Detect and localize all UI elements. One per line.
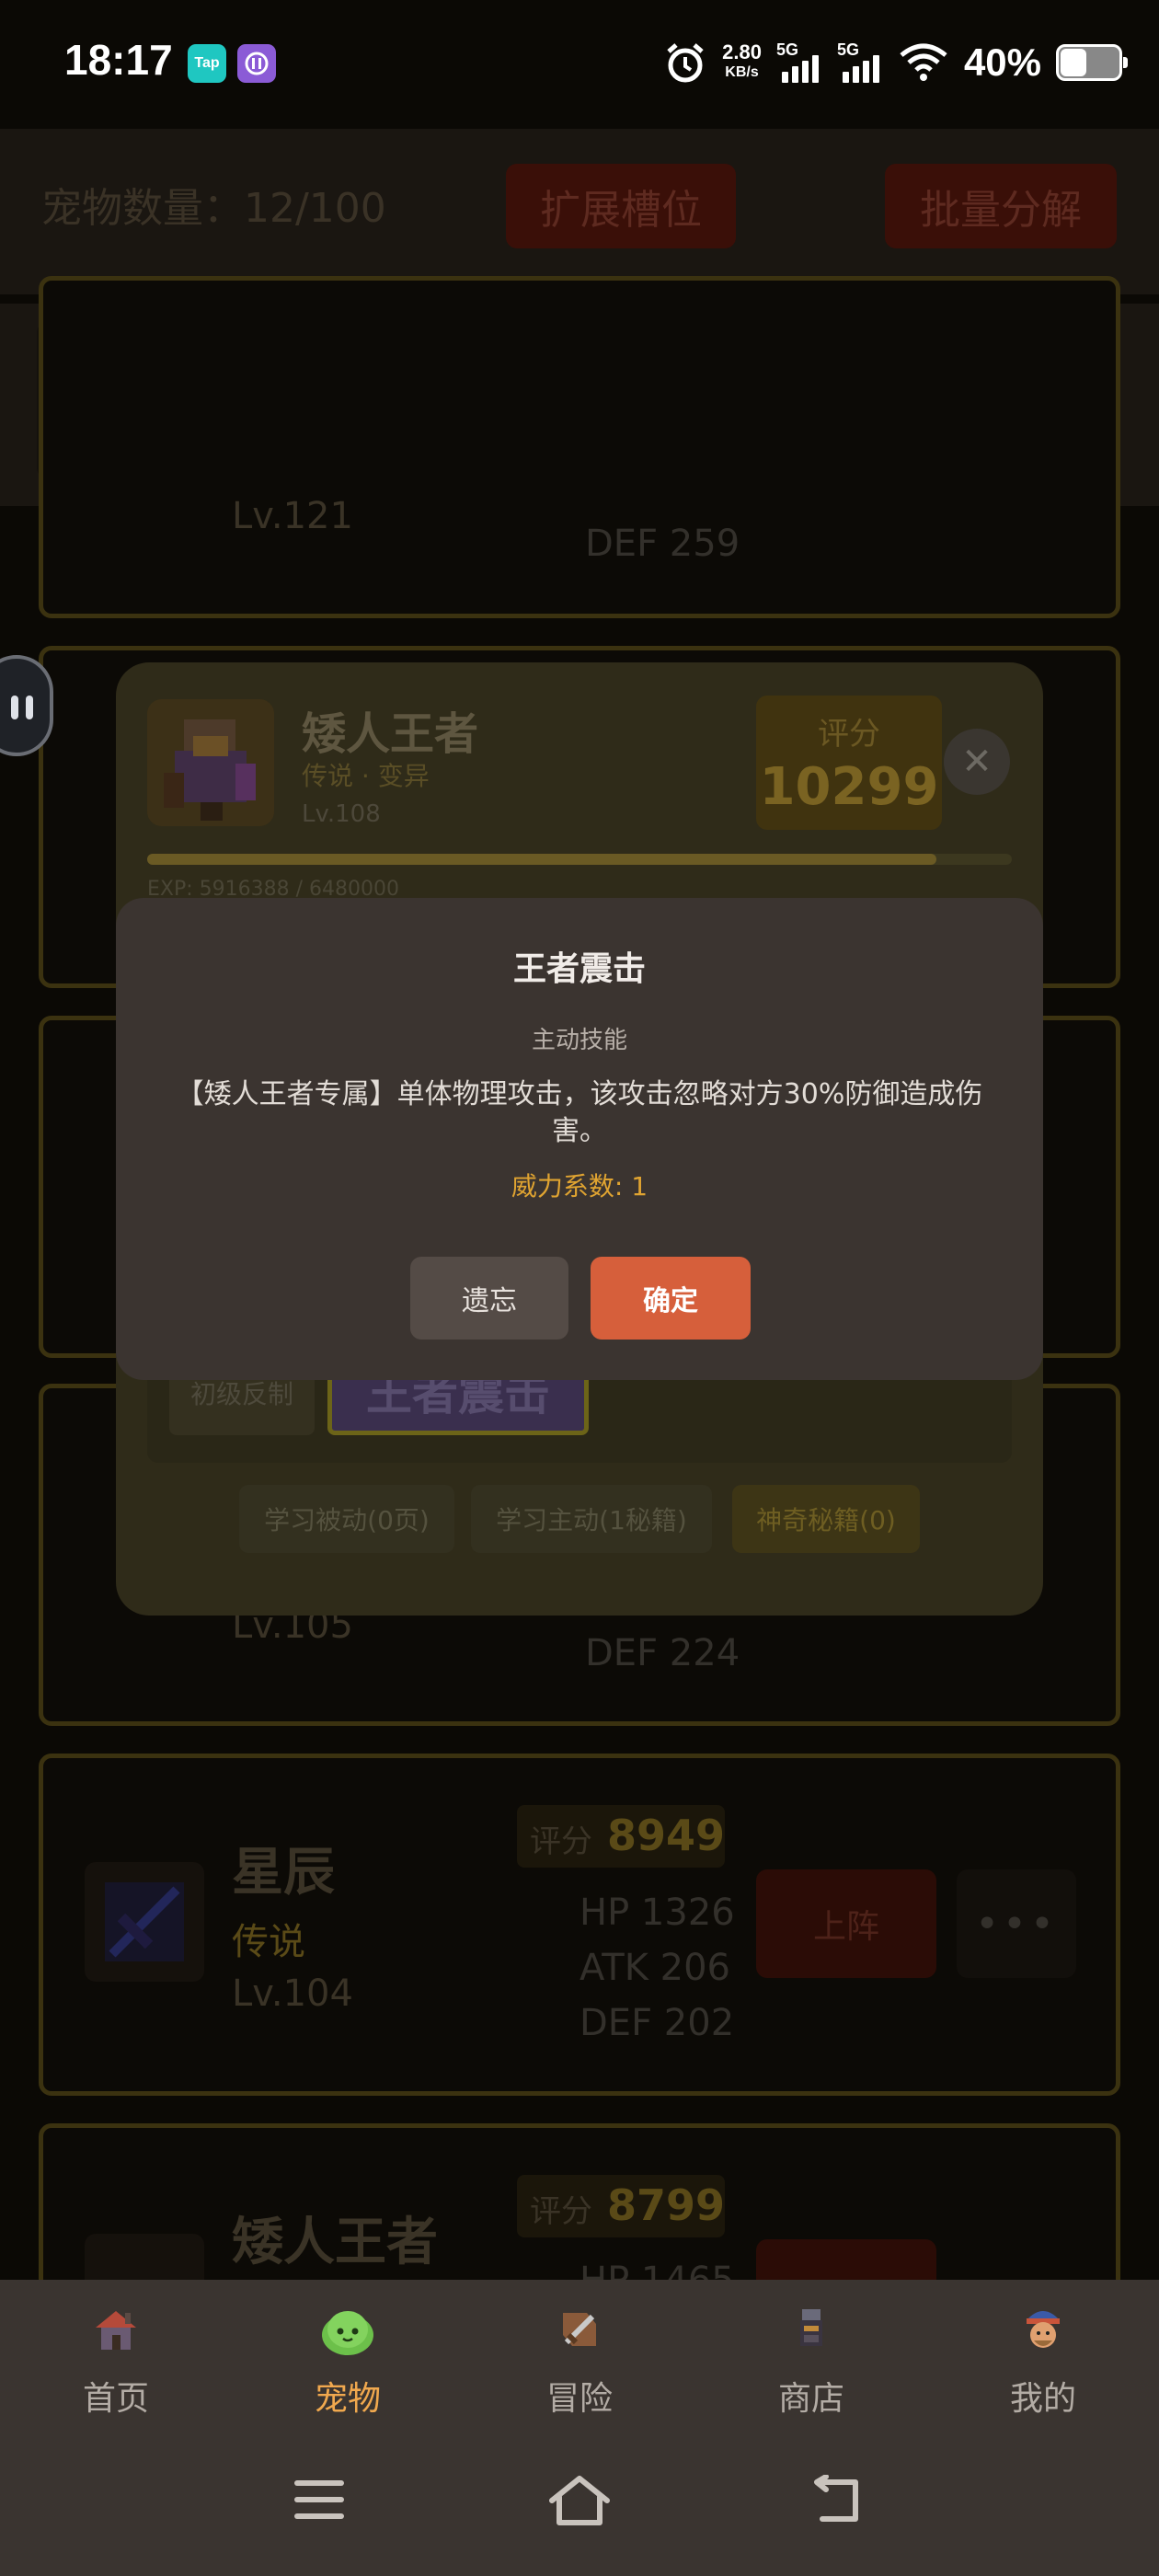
dialog-description: 【矮人王者专属】单体物理攻击，该攻击忽略对方30%防御造成伤害。 (176, 1078, 983, 1147)
dialog-skill-type: 主动技能 (531, 1027, 627, 1054)
status-bar: 18:17 Tap 2.80 KB/s 5G 5G 40% (0, 0, 1159, 129)
status-right: 2.80 KB/s 5G 5G 40% (663, 33, 1128, 92)
battery-percent: 40% (963, 40, 1041, 84)
nav-shop[interactable]: 商店 (719, 2300, 903, 2429)
expand-slots-button[interactable]: 扩展槽位 (506, 164, 736, 248)
status-time: 18:17 (64, 36, 173, 84)
back-icon[interactable] (809, 2475, 863, 2526)
pet-detail-avatar (147, 699, 274, 826)
forget-button[interactable]: 遗忘 (410, 1257, 568, 1340)
menu-icon[interactable] (293, 2477, 346, 2523)
hp-xingchen: HP 1326 (580, 1892, 735, 1934)
dialog-power: 威力系数: 1 (511, 1171, 648, 1202)
pet-card-1-level: Lv.121 (232, 495, 353, 537)
exp-bar-fill (147, 854, 936, 865)
profile-icon (1014, 2300, 1073, 2359)
signal-5g-2: 5G (837, 40, 883, 85)
nav-home[interactable]: 首页 (24, 2300, 208, 2429)
shop-icon (782, 2300, 841, 2359)
nav-adventure[interactable]: 冒险 (488, 2300, 671, 2429)
deploy-button-xingchen[interactable]: 上阵 (756, 1869, 936, 1978)
pet-thumb-xingchen (85, 1862, 204, 1982)
pet-card-1[interactable] (39, 276, 1120, 618)
system-nav-bar (0, 2436, 1159, 2576)
dialog-title: 王者震击 (512, 950, 646, 988)
confirm-button[interactable]: 确定 (591, 1257, 751, 1340)
pet-detail-level: Lv.108 (302, 800, 381, 828)
home-system-icon[interactable] (546, 2473, 613, 2528)
pet-card-4-def: DEF 224 (585, 1632, 740, 1674)
pet-detail-score: 评分 10299 (756, 696, 942, 830)
learn-passive-button[interactable]: 学习被动(0页) (239, 1485, 454, 1553)
alarm-icon (667, 43, 704, 83)
learn-active-button[interactable]: 学习主动(1秘籍) (471, 1485, 712, 1553)
pet-name-dwarf-king: 矮人王者 (232, 2213, 438, 2272)
pet-slime-icon (318, 2300, 377, 2359)
pet-detail-name: 矮人王者 (302, 708, 479, 760)
more-button-xingchen[interactable]: ••• (957, 1869, 1076, 1978)
nav-pet[interactable]: 宠物 (256, 2300, 440, 2429)
taptap-app-icon: Tap (188, 44, 226, 83)
magic-book-button[interactable]: 神奇秘籍(0) (732, 1485, 920, 1553)
signal-5g-1: 5G (776, 40, 822, 85)
pet-rarity-xingchen: 传说 (232, 1921, 305, 1963)
batch-decompose-button[interactable]: 批量分解 (885, 164, 1117, 248)
pet-count: 宠物数量：12/100 (41, 185, 386, 232)
score-badge-xingchen: 评分 8949 (517, 1805, 725, 1868)
pet-detail-subtitle: 传说 · 变异 (302, 761, 430, 791)
nav-profile[interactable]: 我的 (951, 2300, 1135, 2429)
atk-xingchen: ATK 206 (580, 1947, 730, 1989)
app-root: 18:17 Tap 2.80 KB/s 5G 5G 40% 宠物数量：12/100… (0, 0, 1159, 2576)
battery-icon (1056, 44, 1128, 81)
adventure-sword-icon (550, 2300, 609, 2359)
score-badge-dwarf-king: 评分 8799 (517, 2175, 725, 2237)
floating-assistant-button[interactable] (0, 655, 53, 756)
network-speed: 2.80 KB/s (722, 40, 762, 81)
home-icon (86, 2300, 145, 2359)
def-xingchen: DEF 202 (580, 2002, 735, 2044)
pet-level-xingchen: Lv.104 (232, 1972, 353, 2015)
app-notification-icon (237, 44, 276, 83)
close-icon[interactable]: ✕ (944, 729, 1010, 795)
pet-card-1-def: DEF 259 (585, 523, 740, 565)
pet-name-xingchen: 星辰 (232, 1843, 335, 1903)
wifi-icon (900, 43, 947, 81)
